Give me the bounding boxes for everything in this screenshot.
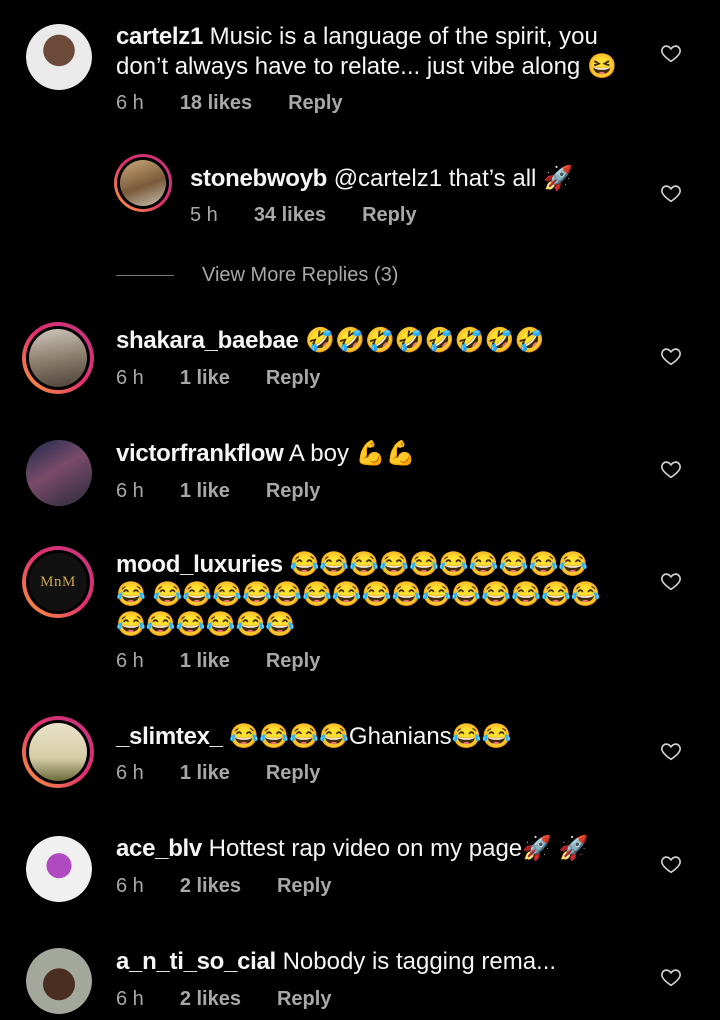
avatar[interactable] bbox=[114, 154, 172, 212]
username[interactable]: mood_luxuries bbox=[116, 551, 283, 578]
likes-count[interactable]: 1 like bbox=[180, 762, 230, 785]
username[interactable]: ace_blv bbox=[116, 835, 202, 862]
heart-icon[interactable] bbox=[660, 570, 682, 592]
likes-count[interactable]: 1 like bbox=[180, 367, 230, 390]
likes-count[interactable]: 18 likes bbox=[180, 92, 252, 115]
timestamp: 6 h bbox=[116, 480, 144, 502]
comment-meta: 6 h 2 likes Reply bbox=[116, 875, 331, 898]
avatar[interactable] bbox=[26, 948, 92, 1014]
username[interactable]: shakara_baebae bbox=[116, 327, 299, 354]
likes-count[interactable]: 2 likes bbox=[180, 988, 241, 1011]
heart-icon[interactable] bbox=[660, 966, 682, 988]
comment-body: Nobody is tagging rema... bbox=[282, 948, 557, 975]
reply-button[interactable]: Reply bbox=[288, 92, 342, 115]
heart-icon[interactable] bbox=[660, 345, 682, 367]
timestamp: 5 h bbox=[190, 204, 218, 226]
username[interactable]: victorfrankflow bbox=[116, 440, 284, 467]
heart-icon[interactable] bbox=[660, 42, 682, 64]
reply-button[interactable]: Reply bbox=[362, 204, 416, 227]
reply-button[interactable]: Reply bbox=[277, 988, 331, 1011]
timestamp: 6 h bbox=[116, 988, 144, 1010]
username[interactable]: _slimtex_ bbox=[116, 723, 223, 750]
comment-text: shakara_baebae 🤣🤣🤣🤣🤣🤣🤣🤣 bbox=[116, 326, 636, 356]
comment-meta: 6 h 1 like Reply bbox=[116, 367, 320, 390]
comments-feed: cartelz1 Music is a language of the spir… bbox=[0, 0, 720, 1020]
timestamp: 6 h bbox=[116, 875, 144, 897]
heart-icon[interactable] bbox=[660, 853, 682, 875]
avatar[interactable] bbox=[26, 440, 92, 506]
reply-button[interactable]: Reply bbox=[266, 367, 320, 390]
avatar[interactable] bbox=[22, 322, 94, 394]
avatar[interactable] bbox=[26, 836, 92, 902]
timestamp: 6 h bbox=[116, 762, 144, 784]
comment-meta: 6 h 18 likes Reply bbox=[116, 92, 343, 115]
username[interactable]: a_n_ti_so_cial bbox=[116, 948, 276, 975]
heart-icon[interactable] bbox=[660, 182, 682, 204]
view-more-replies-button[interactable]: View More Replies (3) bbox=[116, 264, 398, 287]
heart-icon[interactable] bbox=[660, 458, 682, 480]
timestamp: 6 h bbox=[116, 92, 144, 114]
comment-text: mood_luxuries 😂😂😂😂😂😂😂😂😂😂😂 😂😂😂😂😂😂😂😂😂😂😂😂😂😂… bbox=[116, 550, 616, 640]
comment-text: _slimtex_ 😂😂😂😂Ghanians😂😂 bbox=[116, 722, 636, 752]
reply-button[interactable]: Reply bbox=[266, 480, 320, 503]
comment-text: stonebwoyb @cartelz1 that’s all 🚀 bbox=[190, 164, 630, 194]
comment-body: A boy 💪💪 bbox=[288, 440, 416, 467]
avatar[interactable] bbox=[22, 716, 94, 788]
timestamp: 6 h bbox=[116, 650, 144, 672]
comment-meta: 6 h 2 likes Reply bbox=[116, 988, 331, 1011]
likes-count[interactable]: 34 likes bbox=[254, 204, 326, 227]
comment-body: 😂😂😂😂Ghanians😂😂 bbox=[229, 723, 512, 750]
avatar[interactable]: MnM bbox=[22, 546, 94, 618]
comment-text: victorfrankflow A boy 💪💪 bbox=[116, 439, 636, 469]
username[interactable]: stonebwoyb bbox=[190, 165, 327, 192]
view-more-replies-label: View More Replies (3) bbox=[202, 264, 399, 286]
comment-meta: 6 h 1 like Reply bbox=[116, 480, 320, 503]
likes-count[interactable]: 1 like bbox=[180, 480, 230, 503]
comment-meta: 5 h 34 likes Reply bbox=[190, 204, 417, 227]
comment-text: ace_blv Hottest rap video on my page🚀 🚀 bbox=[116, 834, 636, 864]
divider bbox=[116, 275, 174, 276]
heart-icon[interactable] bbox=[660, 740, 682, 762]
avatar-logo-text: MnM bbox=[40, 573, 76, 590]
likes-count[interactable]: 1 like bbox=[180, 650, 230, 673]
avatar[interactable] bbox=[26, 24, 92, 90]
timestamp: 6 h bbox=[116, 367, 144, 389]
comment-body: @cartelz1 that’s all 🚀 bbox=[333, 165, 573, 192]
reply-button[interactable]: Reply bbox=[277, 875, 331, 898]
likes-count[interactable]: 2 likes bbox=[180, 875, 241, 898]
comment-text: a_n_ti_so_cial Nobody is tagging rema... bbox=[116, 947, 636, 977]
comment-body: Hottest rap video on my page🚀 🚀 bbox=[208, 835, 589, 862]
comment-meta: 6 h 1 like Reply bbox=[116, 762, 320, 785]
comment-body: 🤣🤣🤣🤣🤣🤣🤣🤣 bbox=[305, 327, 545, 354]
comment-text: cartelz1 Music is a language of the spir… bbox=[116, 22, 636, 82]
reply-button[interactable]: Reply bbox=[266, 650, 320, 673]
reply-button[interactable]: Reply bbox=[266, 762, 320, 785]
comment-meta: 6 h 1 like Reply bbox=[116, 650, 320, 673]
username[interactable]: cartelz1 bbox=[116, 23, 203, 50]
